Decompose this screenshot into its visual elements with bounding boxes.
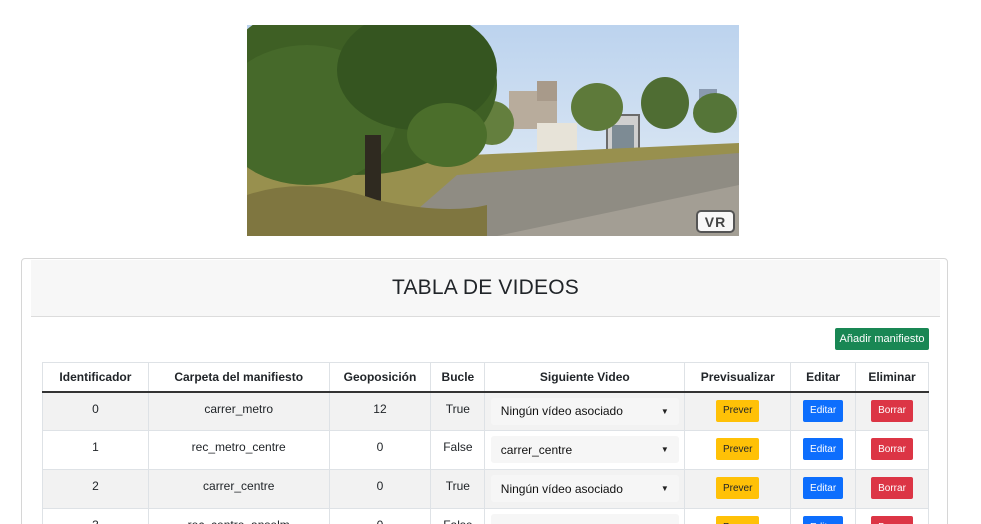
preview-button[interactable]: Prever — [716, 516, 760, 524]
next-video-select[interactable]: carrer_centre ▼ — [490, 436, 679, 463]
column-header-loop: Bucle — [430, 362, 486, 393]
edit-button[interactable]: Editar — [803, 438, 844, 460]
cell-preview: Prever — [684, 430, 792, 470]
add-manifest-button[interactable]: Añadir manifiesto — [835, 328, 929, 350]
table-row: 3 rec_centre_anselm 0 False ▼ Prever Edi… — [42, 508, 929, 524]
column-header-delete: Eliminar — [855, 362, 929, 393]
cell-next-video: ▼ — [484, 508, 686, 524]
cell-folder: carrer_metro — [147, 391, 330, 431]
column-header-folder: Carpeta del manifiesto — [147, 362, 330, 393]
cell-edit: Editar — [790, 391, 857, 431]
cell-geo: 12 — [328, 391, 432, 431]
table-row: 2 carrer_centre 0 True Ningún vídeo asoc… — [42, 469, 929, 509]
preview-button[interactable]: Prever — [716, 399, 760, 422]
next-video-select[interactable]: Ningún vídeo asociado ▼ — [490, 397, 679, 425]
cell-edit: Editar — [790, 508, 857, 524]
cell-geo: 0 — [328, 508, 432, 524]
column-header-edit: Editar — [790, 362, 857, 393]
cell-folder: carrer_centre — [147, 469, 330, 509]
cell-folder: rec_centre_anselm — [147, 508, 330, 524]
cell-loop: False — [430, 508, 486, 524]
videos-card: TABLA DE VIDEOS Añadir manifiesto Identi… — [21, 258, 948, 524]
cell-id: 2 — [42, 469, 149, 509]
vr-mode-button[interactable]: VR — [696, 210, 735, 233]
next-video-select[interactable]: ▼ — [490, 514, 679, 524]
table-row: 1 rec_metro_centre 0 False carrer_centre… — [42, 430, 929, 470]
cell-delete: Borrar — [855, 508, 929, 524]
cell-id: 0 — [42, 391, 149, 431]
caret-down-icon: ▼ — [660, 484, 669, 493]
cell-geo: 0 — [328, 430, 432, 470]
next-video-select[interactable]: Ningún vídeo asociado ▼ — [490, 475, 679, 502]
column-header-preview: Previsualizar — [684, 362, 792, 393]
cell-loop: False — [430, 430, 486, 470]
cell-edit: Editar — [790, 430, 857, 470]
preview-button[interactable]: Prever — [716, 438, 760, 460]
cell-folder: rec_metro_centre — [147, 430, 330, 470]
cell-delete: Borrar — [855, 430, 929, 470]
delete-button[interactable]: Borrar — [871, 477, 914, 499]
cell-next-video: carrer_centre ▼ — [484, 430, 686, 470]
cell-loop: True — [430, 469, 486, 509]
cell-next-video: Ningún vídeo asociado ▼ — [484, 391, 686, 431]
cell-preview: Prever — [684, 391, 792, 431]
cell-delete: Borrar — [855, 391, 929, 431]
delete-button[interactable]: Borrar — [871, 438, 914, 460]
panorama-viewer[interactable]: VR — [247, 25, 739, 236]
cell-delete: Borrar — [855, 469, 929, 509]
cell-preview: Prever — [684, 469, 792, 509]
edit-button[interactable]: Editar — [803, 477, 844, 499]
edit-button[interactable]: Editar — [803, 399, 844, 422]
caret-down-icon: ▼ — [660, 406, 669, 416]
cell-next-video: Ningún vídeo asociado ▼ — [484, 469, 686, 509]
page-title: TABLA DE VIDEOS — [391, 276, 579, 299]
cell-preview: Prever — [684, 508, 792, 524]
cell-id: 1 — [42, 430, 149, 470]
edit-button[interactable]: Editar — [803, 516, 844, 524]
column-header-id: Identificador — [42, 362, 149, 393]
select-value: Ningún vídeo asociado — [500, 404, 623, 418]
column-header-next-video: Siguiente Video — [484, 362, 686, 393]
column-header-geo: Geoposición — [328, 362, 432, 393]
table-row: 0 carrer_metro 12 True Ningún vídeo asoc… — [42, 391, 929, 431]
videos-table: Identificador Carpeta del manifiesto Geo… — [42, 362, 929, 524]
cell-id: 3 — [42, 508, 149, 524]
select-value: carrer_centre — [500, 442, 573, 457]
cell-loop: True — [430, 391, 486, 431]
select-value: Ningún vídeo asociado — [500, 481, 623, 496]
cell-edit: Editar — [790, 469, 857, 509]
delete-button[interactable]: Borrar — [871, 399, 914, 422]
caret-down-icon: ▼ — [660, 445, 669, 454]
delete-button[interactable]: Borrar — [871, 516, 914, 524]
panorama-image — [247, 25, 739, 236]
table-header-row: Identificador Carpeta del manifiesto Geo… — [42, 362, 929, 393]
preview-button[interactable]: Prever — [716, 477, 760, 499]
cell-geo: 0 — [328, 469, 432, 509]
card-header: TABLA DE VIDEOS — [31, 260, 940, 317]
